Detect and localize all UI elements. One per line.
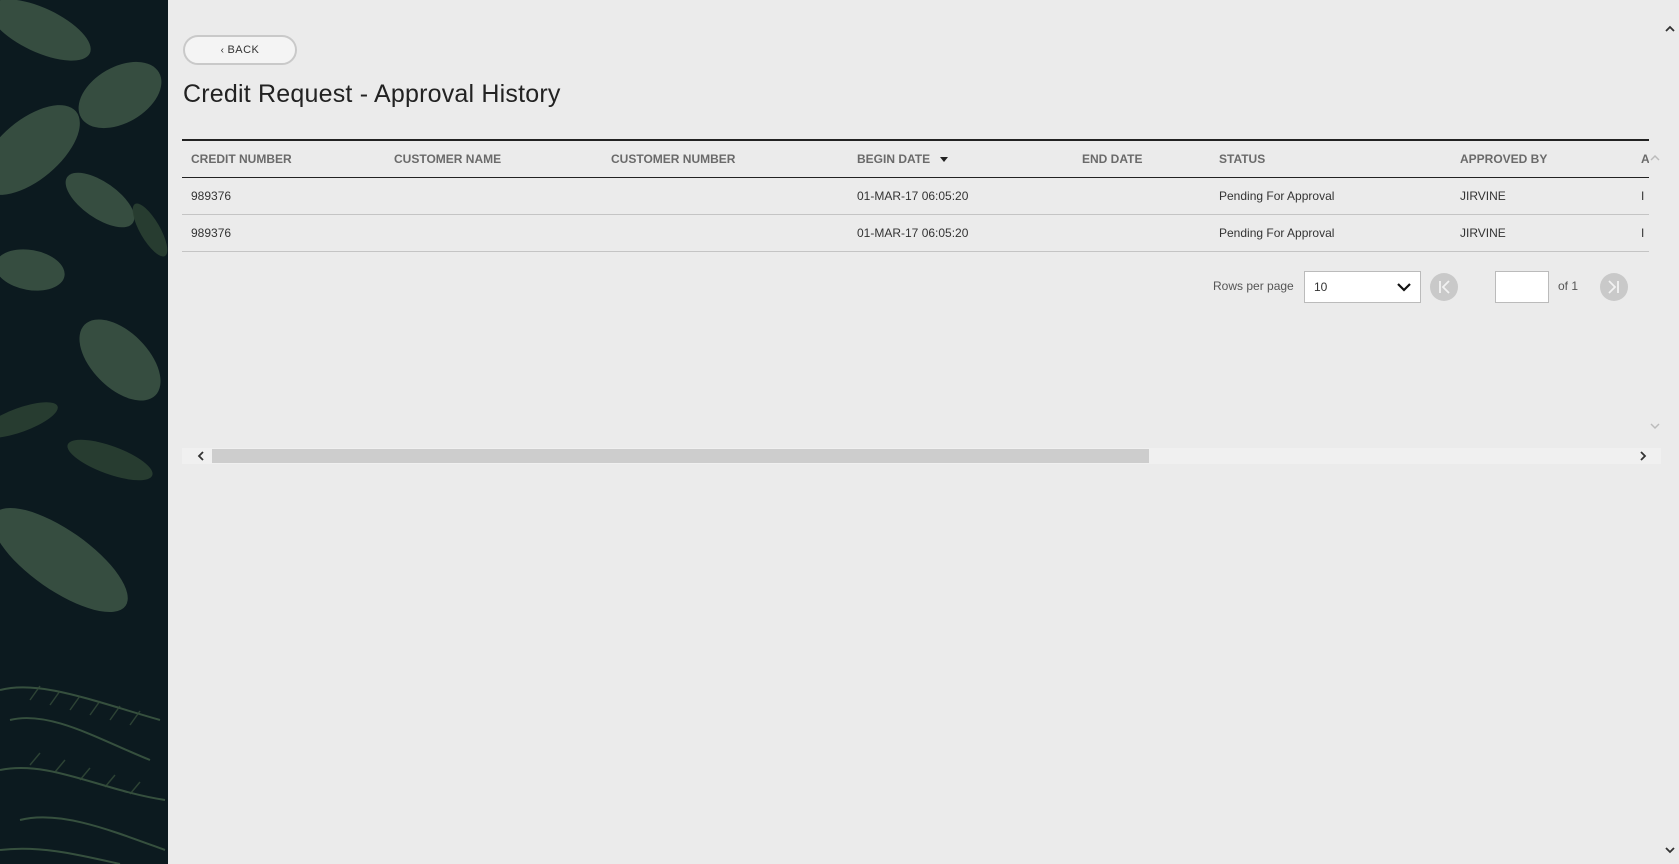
column-header-begin-date-label: BEGIN DATE: [857, 152, 931, 166]
grid-scroll-down-icon[interactable]: [1650, 421, 1660, 431]
column-header-begin-date[interactable]: BEGIN DATE: [848, 139, 1073, 178]
back-button[interactable]: ‹ BACK: [183, 35, 297, 65]
page-number-input[interactable]: [1495, 271, 1549, 303]
cell-begin-date: 01-MAR-17 06:05:20: [848, 177, 1073, 215]
cell-credit-number: 989376: [182, 177, 385, 215]
column-header-approved-by[interactable]: APPROVED BY: [1451, 139, 1632, 178]
back-button-label: BACK: [227, 44, 260, 56]
chevron-left-icon: ‹: [220, 44, 225, 56]
cell-customer-number: [602, 214, 848, 252]
page-title: Credit Request - Approval History: [183, 80, 561, 108]
column-header-credit-number[interactable]: CREDIT NUMBER: [182, 139, 385, 178]
cell-status: Pending For Approval: [1210, 177, 1451, 215]
total-pages-label: of 1: [1558, 279, 1579, 293]
horizontal-scrollbar[interactable]: [182, 448, 1664, 464]
first-page-icon: [1439, 280, 1450, 294]
column-header-truncated[interactable]: A: [1632, 139, 1649, 178]
column-header-customer-number[interactable]: CUSTOMER NUMBER: [602, 139, 848, 178]
rows-per-page-select[interactable]: 10: [1304, 271, 1421, 303]
pagination-bar: Rows per page 10 of 1: [168, 270, 1661, 304]
scroll-right-icon[interactable]: [1638, 451, 1648, 461]
rows-per-page-value: 10: [1314, 280, 1328, 294]
cell-customer-name: [385, 177, 602, 215]
column-header-status[interactable]: STATUS: [1210, 139, 1451, 178]
horizontal-scrollbar-thumb[interactable]: [212, 449, 1149, 463]
cell-end-date: [1073, 214, 1210, 252]
sort-descending-icon: [940, 157, 949, 163]
page-scroll-down-icon[interactable]: [1665, 845, 1675, 855]
cell-status: Pending For Approval: [1210, 214, 1451, 252]
background-foliage-image: [0, 0, 168, 864]
last-page-icon: [1608, 280, 1619, 294]
cell-customer-name: [385, 214, 602, 252]
chevron-down-icon: [1397, 283, 1411, 292]
page-vertical-scrollbar[interactable]: [1661, 0, 1679, 864]
cell-approved-by: JIRVINE: [1451, 214, 1632, 252]
grid-vertical-scrollbar[interactable]: [1649, 139, 1661, 442]
column-header-end-date[interactable]: END DATE: [1073, 139, 1210, 178]
last-page-button[interactable]: [1600, 273, 1628, 301]
scroll-left-icon[interactable]: [196, 451, 206, 461]
rows-per-page-label: Rows per page: [1213, 279, 1294, 293]
table-row[interactable]: 989376 01-MAR-17 06:05:20 Pending For Ap…: [182, 214, 1649, 252]
column-header-customer-name[interactable]: CUSTOMER NAME: [385, 139, 602, 178]
grid-scroll-up-icon[interactable]: [1650, 153, 1660, 163]
first-page-button[interactable]: [1430, 273, 1458, 301]
cell-truncated: I: [1632, 214, 1649, 252]
page-scroll-up-icon[interactable]: [1665, 24, 1675, 34]
cell-credit-number: 989376: [182, 214, 385, 252]
cell-end-date: [1073, 177, 1210, 215]
table-row[interactable]: 989376 01-MAR-17 06:05:20 Pending For Ap…: [182, 177, 1649, 215]
table-header-row: CREDIT NUMBER CUSTOMER NAME CUSTOMER NUM…: [182, 139, 1649, 178]
main-content: ‹ BACK Credit Request - Approval History…: [168, 0, 1664, 864]
cell-begin-date: 01-MAR-17 06:05:20: [848, 214, 1073, 252]
cell-customer-number: [602, 177, 848, 215]
approval-history-table: CREDIT NUMBER CUSTOMER NAME CUSTOMER NUM…: [182, 139, 1649, 252]
cell-truncated: I: [1632, 177, 1649, 215]
cell-approved-by: JIRVINE: [1451, 177, 1632, 215]
